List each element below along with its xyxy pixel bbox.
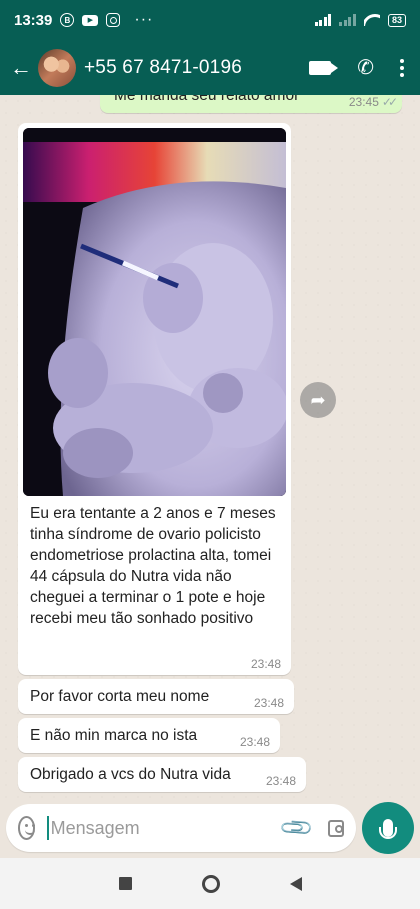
message-incoming[interactable]: Por favor corta meu nome 23:48: [18, 679, 294, 714]
message-time: 23:48: [253, 696, 284, 710]
instagram-icon: [106, 13, 121, 27]
phone-call-icon[interactable]: ✆: [357, 55, 374, 80]
avatar[interactable]: [38, 48, 76, 87]
message-text: Me manda seu relato amor: [114, 95, 300, 104]
camera-icon[interactable]: [328, 819, 344, 837]
status-time: 13:39: [14, 11, 53, 29]
youtube-icon: ▶: [82, 14, 99, 26]
message-field[interactable]: 📎: [6, 804, 356, 852]
shared-photo[interactable]: [23, 128, 286, 496]
message-outgoing[interactable]: Me manda seu relato amor 23:45 ✓✓: [100, 95, 402, 113]
message-time: 23:48: [239, 735, 270, 749]
message-text: Por favor corta meu nome: [30, 688, 210, 705]
message-time: 23:48: [250, 657, 281, 671]
recents-icon[interactable]: [118, 877, 132, 890]
battery-level: 83: [391, 15, 402, 25]
message-time: 23:45 ✓✓: [348, 95, 398, 109]
back-arrow-icon[interactable]: ←: [8, 55, 34, 81]
message-text: E não min marca no ista: [30, 727, 198, 744]
contact-name[interactable]: +55 67 8471-0196: [84, 57, 242, 79]
signal-icon: [314, 14, 332, 26]
video-call-icon[interactable]: [309, 60, 332, 75]
more-options-icon[interactable]: [400, 58, 404, 77]
photo-baby-booties-pregnancy-test: [23, 128, 286, 496]
message-incoming[interactable]: Obrigado a vcs do Nutra vida 23:48: [18, 757, 306, 792]
wifi-icon: [364, 14, 380, 26]
text-cursor: [47, 816, 49, 840]
emoji-icon[interactable]: [18, 816, 36, 840]
attach-icon[interactable]: 📎: [277, 809, 315, 847]
message-text: Obrigado a vcs do Nutra vida: [30, 766, 231, 783]
more-notifications-icon: ···: [134, 11, 154, 28]
b-icon: B: [60, 13, 75, 27]
message-incoming[interactable]: E não min marca no ista 23:48: [18, 718, 280, 753]
chat-header: ← +55 67 8471-0196 ✆: [0, 40, 420, 95]
message-time: 23:48: [265, 774, 296, 788]
forward-icon[interactable]: ➦: [300, 382, 336, 418]
message-incoming-image[interactable]: Eu era tentante a 2 anos e 7 meses tinha…: [18, 123, 291, 675]
message-text: Eu era tentante a 2 anos e 7 meses tinha…: [30, 505, 276, 627]
signal-2-icon: [339, 14, 356, 26]
home-icon[interactable]: [201, 874, 220, 893]
message-time-value: 23:45: [348, 95, 379, 109]
mic-icon: [379, 819, 397, 839]
back-icon[interactable]: [289, 876, 302, 891]
message-input[interactable]: [50, 817, 283, 839]
message-input-bar: 📎: [0, 800, 420, 858]
status-bar: 13:39 B ▶ ··· 83: [0, 0, 420, 40]
system-nav-bar: [0, 858, 420, 909]
battery-icon: 83: [387, 13, 406, 27]
read-receipt-icon: ✓✓: [381, 95, 398, 109]
voice-record-button[interactable]: [362, 802, 414, 854]
chat-area[interactable]: Me manda seu relato amor 23:45 ✓✓ Eu era…: [0, 95, 420, 800]
